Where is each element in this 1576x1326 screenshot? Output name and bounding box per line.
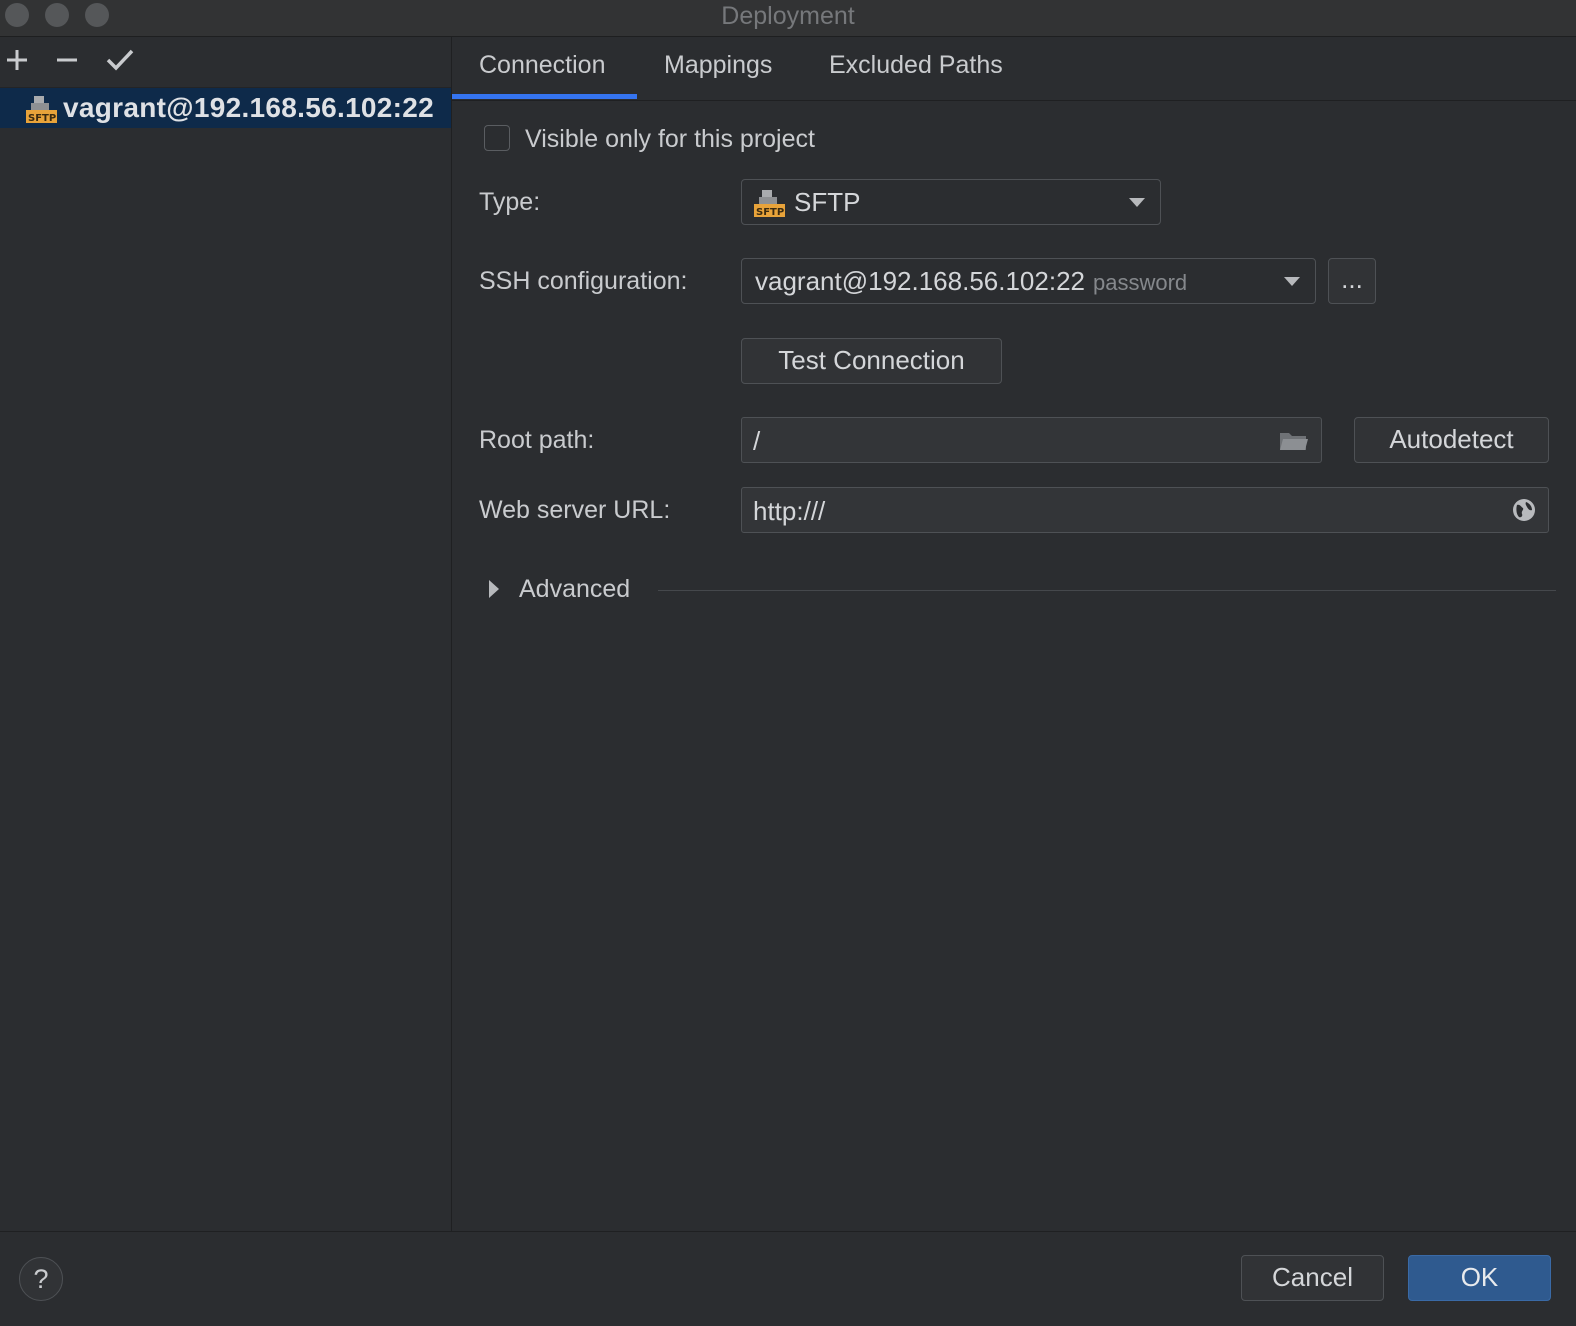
root-path-input[interactable]: / [741, 417, 1322, 463]
tab-connection[interactable]: Connection [479, 51, 605, 80]
title-bar: Deployment [0, 0, 1576, 37]
help-button[interactable]: ? [19, 1257, 63, 1301]
web-server-url-label: Web server URL: [479, 496, 671, 524]
active-tab-indicator [452, 94, 637, 99]
cancel-button[interactable]: Cancel [1241, 1255, 1384, 1301]
server-list-toolbar [0, 37, 451, 88]
sftp-icon: SFTP [26, 94, 58, 124]
chevron-down-icon [1129, 198, 1145, 207]
window-title: Deployment [721, 2, 855, 30]
sftp-icon: SFTP [754, 188, 786, 223]
ssh-config-value: vagrant@192.168.56.102:22 [755, 266, 1085, 296]
tab-excluded-paths[interactable]: Excluded Paths [829, 51, 1003, 80]
ssh-config-text: vagrant@192.168.56.102:22 password [755, 266, 1187, 297]
ssh-config-more-button[interactable]: ... [1328, 258, 1376, 304]
type-label: Type: [479, 188, 541, 216]
folder-icon[interactable] [1279, 430, 1309, 457]
footer-divider [0, 1231, 1576, 1232]
type-dropdown[interactable]: SFTP SFTP [741, 179, 1161, 225]
ssh-config-label: SSH configuration: [479, 267, 688, 295]
minus-icon[interactable] [52, 45, 82, 75]
autodetect-button[interactable]: Autodetect [1354, 417, 1549, 463]
chevron-right-icon[interactable] [489, 580, 499, 598]
check-icon[interactable] [105, 45, 135, 75]
root-path-value: / [753, 426, 761, 456]
advanced-divider [658, 590, 1556, 591]
ssh-auth-hint: password [1093, 270, 1188, 295]
svg-text:SFTP: SFTP [756, 207, 784, 218]
ok-button[interactable]: OK [1408, 1255, 1551, 1301]
chevron-down-icon [1284, 277, 1300, 286]
server-list-item[interactable]: SFTP vagrant@192.168.56.102:22 [0, 88, 451, 128]
web-server-url-input[interactable]: http:/// [741, 487, 1549, 533]
advanced-section-toggle[interactable]: Advanced [519, 575, 630, 604]
web-server-url-value: http:/// [753, 496, 826, 526]
server-list-panel: SFTP vagrant@192.168.56.102:22 [0, 37, 452, 1231]
visible-only-checkbox[interactable] [484, 125, 510, 151]
svg-text:SFTP: SFTP [28, 113, 56, 124]
globe-icon[interactable] [1512, 498, 1536, 527]
tab-mappings[interactable]: Mappings [664, 51, 772, 80]
plus-icon[interactable] [2, 45, 32, 75]
visible-only-label: Visible only for this project [525, 125, 815, 153]
tab-bar: Connection Mappings Excluded Paths [452, 37, 1576, 101]
test-connection-button[interactable]: Test Connection [741, 338, 1002, 384]
root-path-label: Root path: [479, 426, 595, 454]
ssh-config-dropdown[interactable]: vagrant@192.168.56.102:22 password [741, 258, 1316, 304]
server-label: vagrant@192.168.56.102:22 [63, 92, 435, 123]
type-value: SFTP [794, 187, 861, 217]
